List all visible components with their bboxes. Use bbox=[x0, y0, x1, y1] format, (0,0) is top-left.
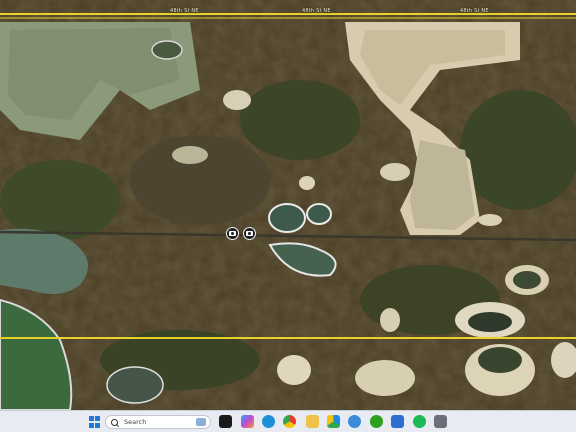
chrome-icon[interactable] bbox=[283, 415, 296, 428]
camera-marker-1[interactable] bbox=[226, 227, 239, 240]
file-explorer-icon[interactable] bbox=[306, 415, 319, 428]
road-label-48th-st-ne: 48th St NE bbox=[460, 8, 489, 14]
search-icon bbox=[111, 418, 118, 426]
task-view-icon[interactable] bbox=[219, 415, 232, 428]
snipping-tool-icon[interactable] bbox=[391, 415, 404, 428]
search-highlight-icon bbox=[196, 418, 206, 426]
camera-marker-2[interactable] bbox=[243, 227, 256, 240]
road-label-48th-st-ne: 48th St NE bbox=[170, 8, 199, 14]
spotify-icon[interactable] bbox=[413, 415, 426, 428]
photos-icon[interactable] bbox=[348, 415, 361, 428]
copilot-icon[interactable] bbox=[241, 415, 254, 428]
windows-start-icon[interactable] bbox=[88, 416, 100, 428]
edge-icon[interactable] bbox=[262, 415, 275, 428]
camera-icon bbox=[229, 231, 236, 236]
google-drive-icon[interactable] bbox=[327, 415, 340, 428]
camera-icon bbox=[246, 231, 253, 236]
search-placeholder: Search bbox=[124, 418, 147, 426]
map-imagery bbox=[0, 0, 576, 410]
quickbooks-icon[interactable] bbox=[370, 415, 383, 428]
windows-taskbar: Search bbox=[0, 410, 576, 432]
pinned-app-icon[interactable] bbox=[434, 415, 447, 428]
taskbar-search-box[interactable]: Search bbox=[105, 415, 211, 429]
road-label-48th-st-ne: 48th St NE bbox=[302, 8, 331, 14]
satellite-map[interactable]: 48th St NE 48th St NE 48th St NE bbox=[0, 0, 576, 410]
